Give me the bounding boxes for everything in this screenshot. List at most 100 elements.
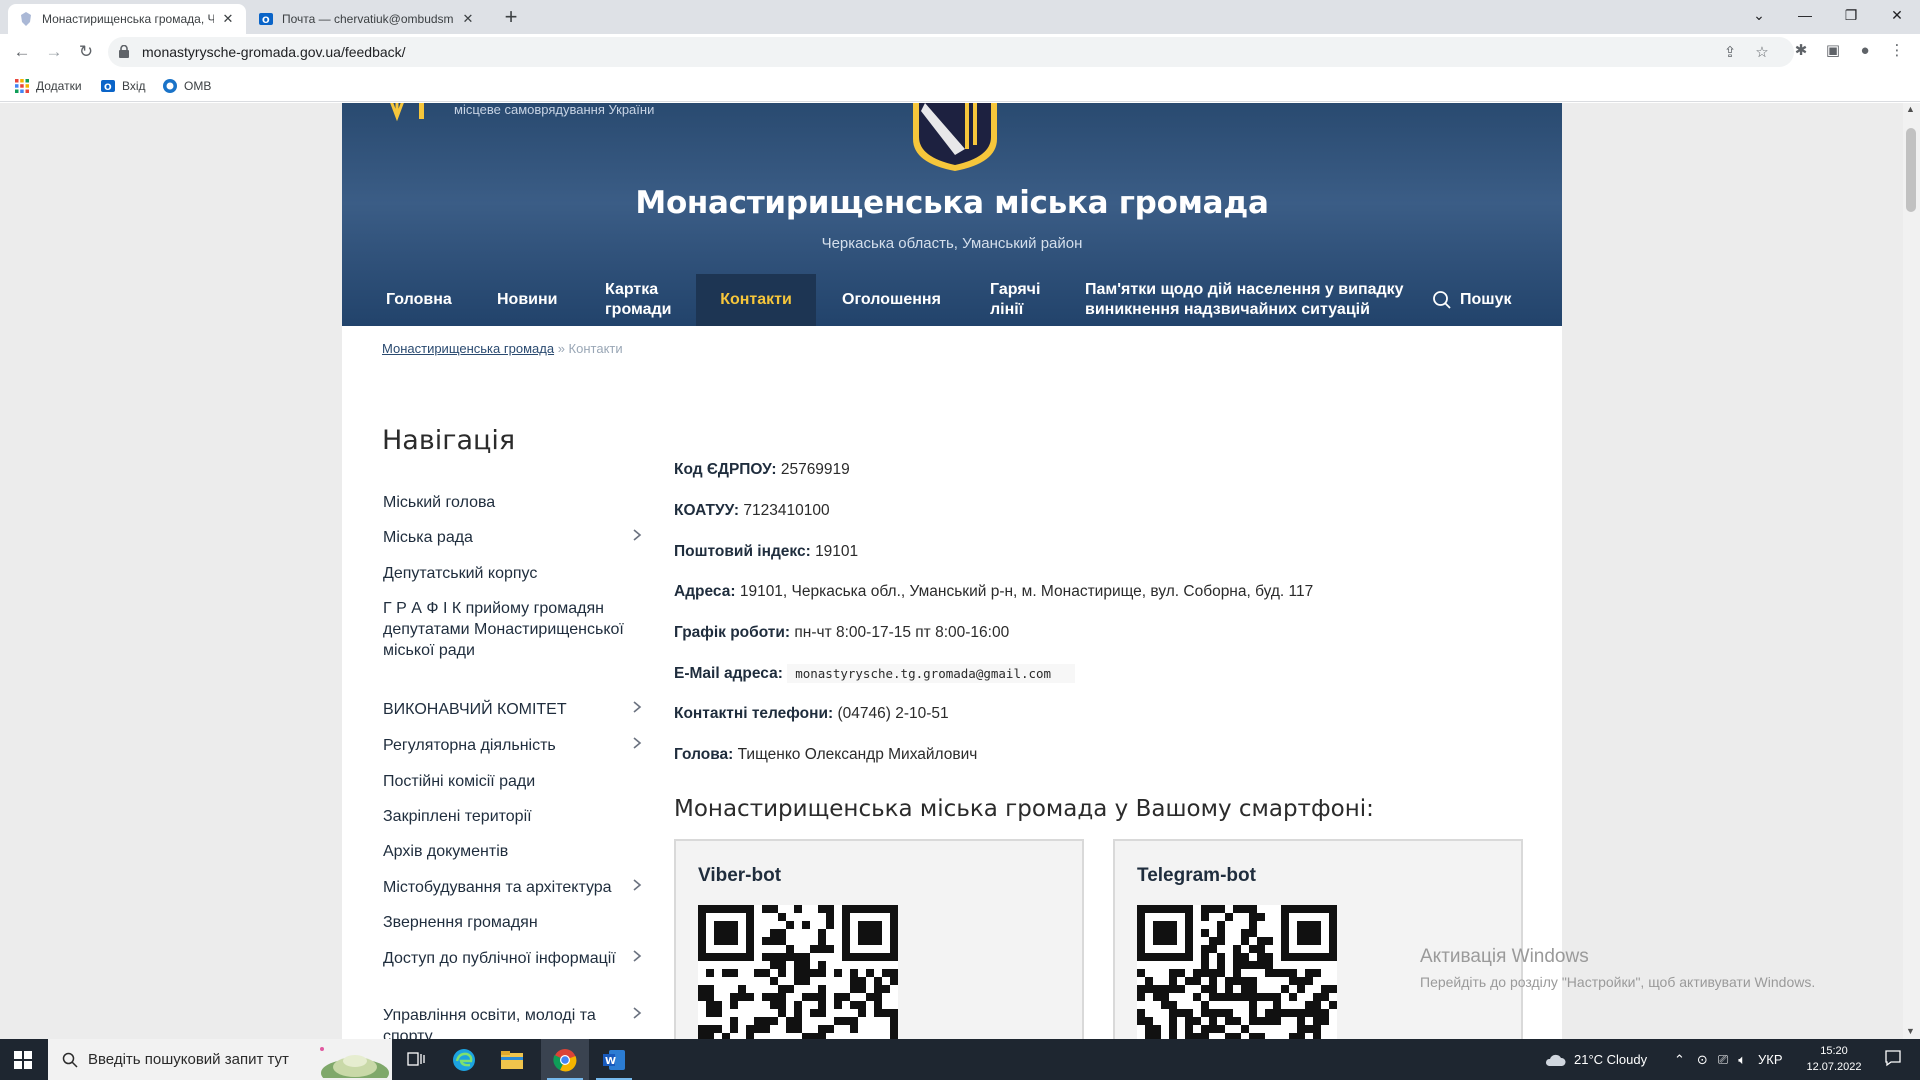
activation-title: Активація Windows xyxy=(1420,946,1589,967)
menu-item-hotlines[interactable]: Гарячі лінії xyxy=(990,274,1050,326)
taskbar-edge[interactable] xyxy=(440,1039,488,1080)
search-button[interactable]: Пошук xyxy=(1432,274,1512,326)
taskbar-chrome[interactable] xyxy=(541,1039,589,1080)
site-favicon-icon xyxy=(21,12,31,26)
breadcrumb: Монастирищенська громада » Контакти xyxy=(382,341,623,356)
browser-toolbar: ← → ↻ monastyrysche-gromada.gov.ua/feedb… xyxy=(0,34,1920,70)
menu-item-contacts[interactable]: Контакти xyxy=(696,274,816,326)
cloud-icon xyxy=(1545,1054,1566,1066)
sidebar-item-education-department[interactable]: Управління освіти, молоді та спорту xyxy=(383,1005,633,1039)
clock-time: 15:20 xyxy=(1820,1045,1848,1057)
sidebar-item-regulatory[interactable]: Регуляторна діяльність xyxy=(383,735,633,756)
new-tab-button[interactable]: + xyxy=(497,4,525,32)
menu-item-news[interactable]: Новини xyxy=(497,274,558,326)
menu-item-home[interactable]: Головна xyxy=(386,274,452,326)
bookmark-vhid[interactable]: O Вхід xyxy=(100,77,146,95)
chevron-right-icon[interactable] xyxy=(630,949,644,963)
scrollbar-thumb[interactable] xyxy=(1906,128,1916,212)
tab-close-icon[interactable]: ✕ xyxy=(220,11,236,27)
site-subtitle: Черкаська область, Уманський район xyxy=(821,235,1083,252)
forward-button[interactable]: → xyxy=(42,40,66,64)
bookmark-label: Вхід xyxy=(122,79,146,93)
address-bar[interactable]: monastyrysche-gromada.gov.ua/feedback/ ⇪… xyxy=(108,37,1794,67)
taskbar-search-box[interactable]: Введіть пошуковий запит тут xyxy=(48,1039,392,1080)
contact-schedule: Графік роботи: пн-чт 8:00-17-15 пт 8:00-… xyxy=(674,624,1009,642)
minimize-button[interactable]: — xyxy=(1782,0,1828,30)
chevron-right-icon[interactable] xyxy=(630,878,644,892)
sidebar-item-urban-planning[interactable]: Містобудування та архітектура xyxy=(383,877,633,898)
task-view-icon xyxy=(407,1051,425,1066)
menu-item-community-card[interactable]: Картка громади xyxy=(605,274,681,326)
back-button[interactable]: ← xyxy=(10,40,34,64)
breadcrumb-home-link[interactable]: Монастирищенська громада xyxy=(382,341,554,356)
menu-item-emergency-memos[interactable]: Пам'ятки щодо дій населення у випадку ви… xyxy=(1085,274,1405,326)
menu-kebab-icon[interactable]: ⋮ xyxy=(1886,40,1908,62)
sidebar-item-city-council[interactable]: Міська рада xyxy=(383,527,633,548)
contact-value: Тищенко Олександр Михайлович xyxy=(737,746,978,763)
extensions-icon[interactable]: ✱ xyxy=(1790,40,1812,62)
viber-qr-code[interactable] xyxy=(698,905,898,1039)
close-window-button[interactable]: ✕ xyxy=(1874,0,1920,30)
meet-now-icon[interactable]: ⊙ xyxy=(1697,1052,1708,1068)
scroll-up-arrow-icon[interactable]: ▲ xyxy=(1906,104,1915,114)
sidebar-item-citizen-appeals[interactable]: Звернення громадян xyxy=(383,912,633,933)
network-icon[interactable]: ⎚ xyxy=(1718,1052,1728,1068)
tab-close-icon[interactable]: ✕ xyxy=(460,11,476,27)
activation-hint: Перейдіть до розділу "Настройки", щоб ак… xyxy=(1420,974,1816,990)
bookmark-omb[interactable]: OMB xyxy=(162,77,211,95)
taskbar-clock[interactable]: 15:20 12.07.2022 xyxy=(1802,1043,1866,1075)
windows-activation-watermark: Активація Windows Перейдіть до розділу "… xyxy=(1420,946,1815,990)
sidebar-title: Навігація xyxy=(382,425,516,456)
contact-label: Графік роботи: xyxy=(674,624,791,641)
contact-value[interactable]: (04746) 2-10-51 xyxy=(838,705,949,722)
sidebar-item-mayor[interactable]: Міський голова xyxy=(383,492,633,513)
telegram-bot-card[interactable]: Telegram-bot xyxy=(1113,839,1523,1039)
bookmark-apps[interactable]: Додатки xyxy=(14,77,82,95)
scroll-down-arrow-icon[interactable]: ▼ xyxy=(1906,1026,1915,1036)
coat-of-arms-icon[interactable] xyxy=(907,103,1003,171)
menu-item-announcements[interactable]: Оголошення xyxy=(842,274,941,326)
email-link[interactable]: monastyrysche.tg.gromada@gmail.com xyxy=(787,664,1076,683)
chevron-right-icon[interactable] xyxy=(630,700,644,714)
sidebar-item-standing-commissions[interactable]: Постійні комісії ради xyxy=(383,771,633,792)
sidebar-item-deputies[interactable]: Депутатський корпус xyxy=(383,563,633,584)
bookmark-star-icon[interactable]: ☆ xyxy=(1752,43,1772,63)
chevron-right-icon[interactable] xyxy=(630,528,644,542)
tab-search-icon[interactable]: ⌄ xyxy=(1736,0,1782,30)
viber-bot-card[interactable]: Viber-bot xyxy=(674,839,1084,1039)
sidebar-item-reception-schedule[interactable]: Г Р А Ф І К прийому громадян депутатами … xyxy=(383,598,633,661)
sidebar-item-public-information[interactable]: Доступ до публічної інформації xyxy=(383,948,633,969)
language-indicator[interactable]: УКР xyxy=(1758,1052,1783,1067)
sidebar-item-document-archive[interactable]: Архів документів xyxy=(383,841,633,862)
task-view-button[interactable] xyxy=(392,1039,440,1080)
apps-grid-icon xyxy=(15,79,29,93)
tab-active[interactable]: Монастирищенська громада, Ч ✕ xyxy=(8,4,246,34)
svg-text:O: O xyxy=(104,83,112,93)
notifications-icon[interactable] xyxy=(1884,1049,1904,1069)
start-button[interactable] xyxy=(0,1039,46,1080)
taskbar-file-explorer[interactable] xyxy=(488,1039,536,1080)
page-scrollbar[interactable] xyxy=(1903,103,1920,1039)
side-panel-icon[interactable]: ▣ xyxy=(1822,40,1844,62)
contact-label: Поштовий індекс: xyxy=(674,543,811,560)
chevron-right-icon[interactable] xyxy=(630,736,644,750)
contact-postal-code: Поштовий індекс: 19101 xyxy=(674,543,858,561)
word-icon: W xyxy=(603,1049,625,1070)
profile-avatar-icon[interactable]: ● xyxy=(1854,40,1876,62)
sidebar-item-assigned-territories[interactable]: Закріплені території xyxy=(383,806,633,827)
chevron-right-icon[interactable] xyxy=(630,1006,644,1020)
weather-widget[interactable]: 21°C Cloudy xyxy=(1544,1039,1647,1080)
tab-title: Монастирищенська громада, Ч xyxy=(42,12,214,26)
taskbar-word[interactable]: W xyxy=(590,1039,638,1080)
volume-icon[interactable]: 🔈︎ xyxy=(1738,1052,1746,1068)
restore-button[interactable]: ❐ xyxy=(1828,0,1874,30)
tab-inactive[interactable]: O Почта — chervatiuk@ombudsma ✕ xyxy=(248,4,486,34)
search-icon xyxy=(62,1052,78,1068)
bookmarks-bar: Додатки O Вхід OMB xyxy=(0,70,1920,102)
contact-koatuu: КОАТУУ: 7123410100 xyxy=(674,502,830,520)
share-icon[interactable]: ⇪ xyxy=(1720,43,1740,63)
telegram-qr-code[interactable] xyxy=(1137,905,1337,1039)
show-hidden-icons-icon[interactable]: ⌃ xyxy=(1674,1052,1685,1068)
reload-button[interactable]: ↻ xyxy=(74,40,98,64)
sidebar-item-executive-committee[interactable]: ВИКОНАВЧИЙ КОМІТЕТ xyxy=(383,699,633,720)
